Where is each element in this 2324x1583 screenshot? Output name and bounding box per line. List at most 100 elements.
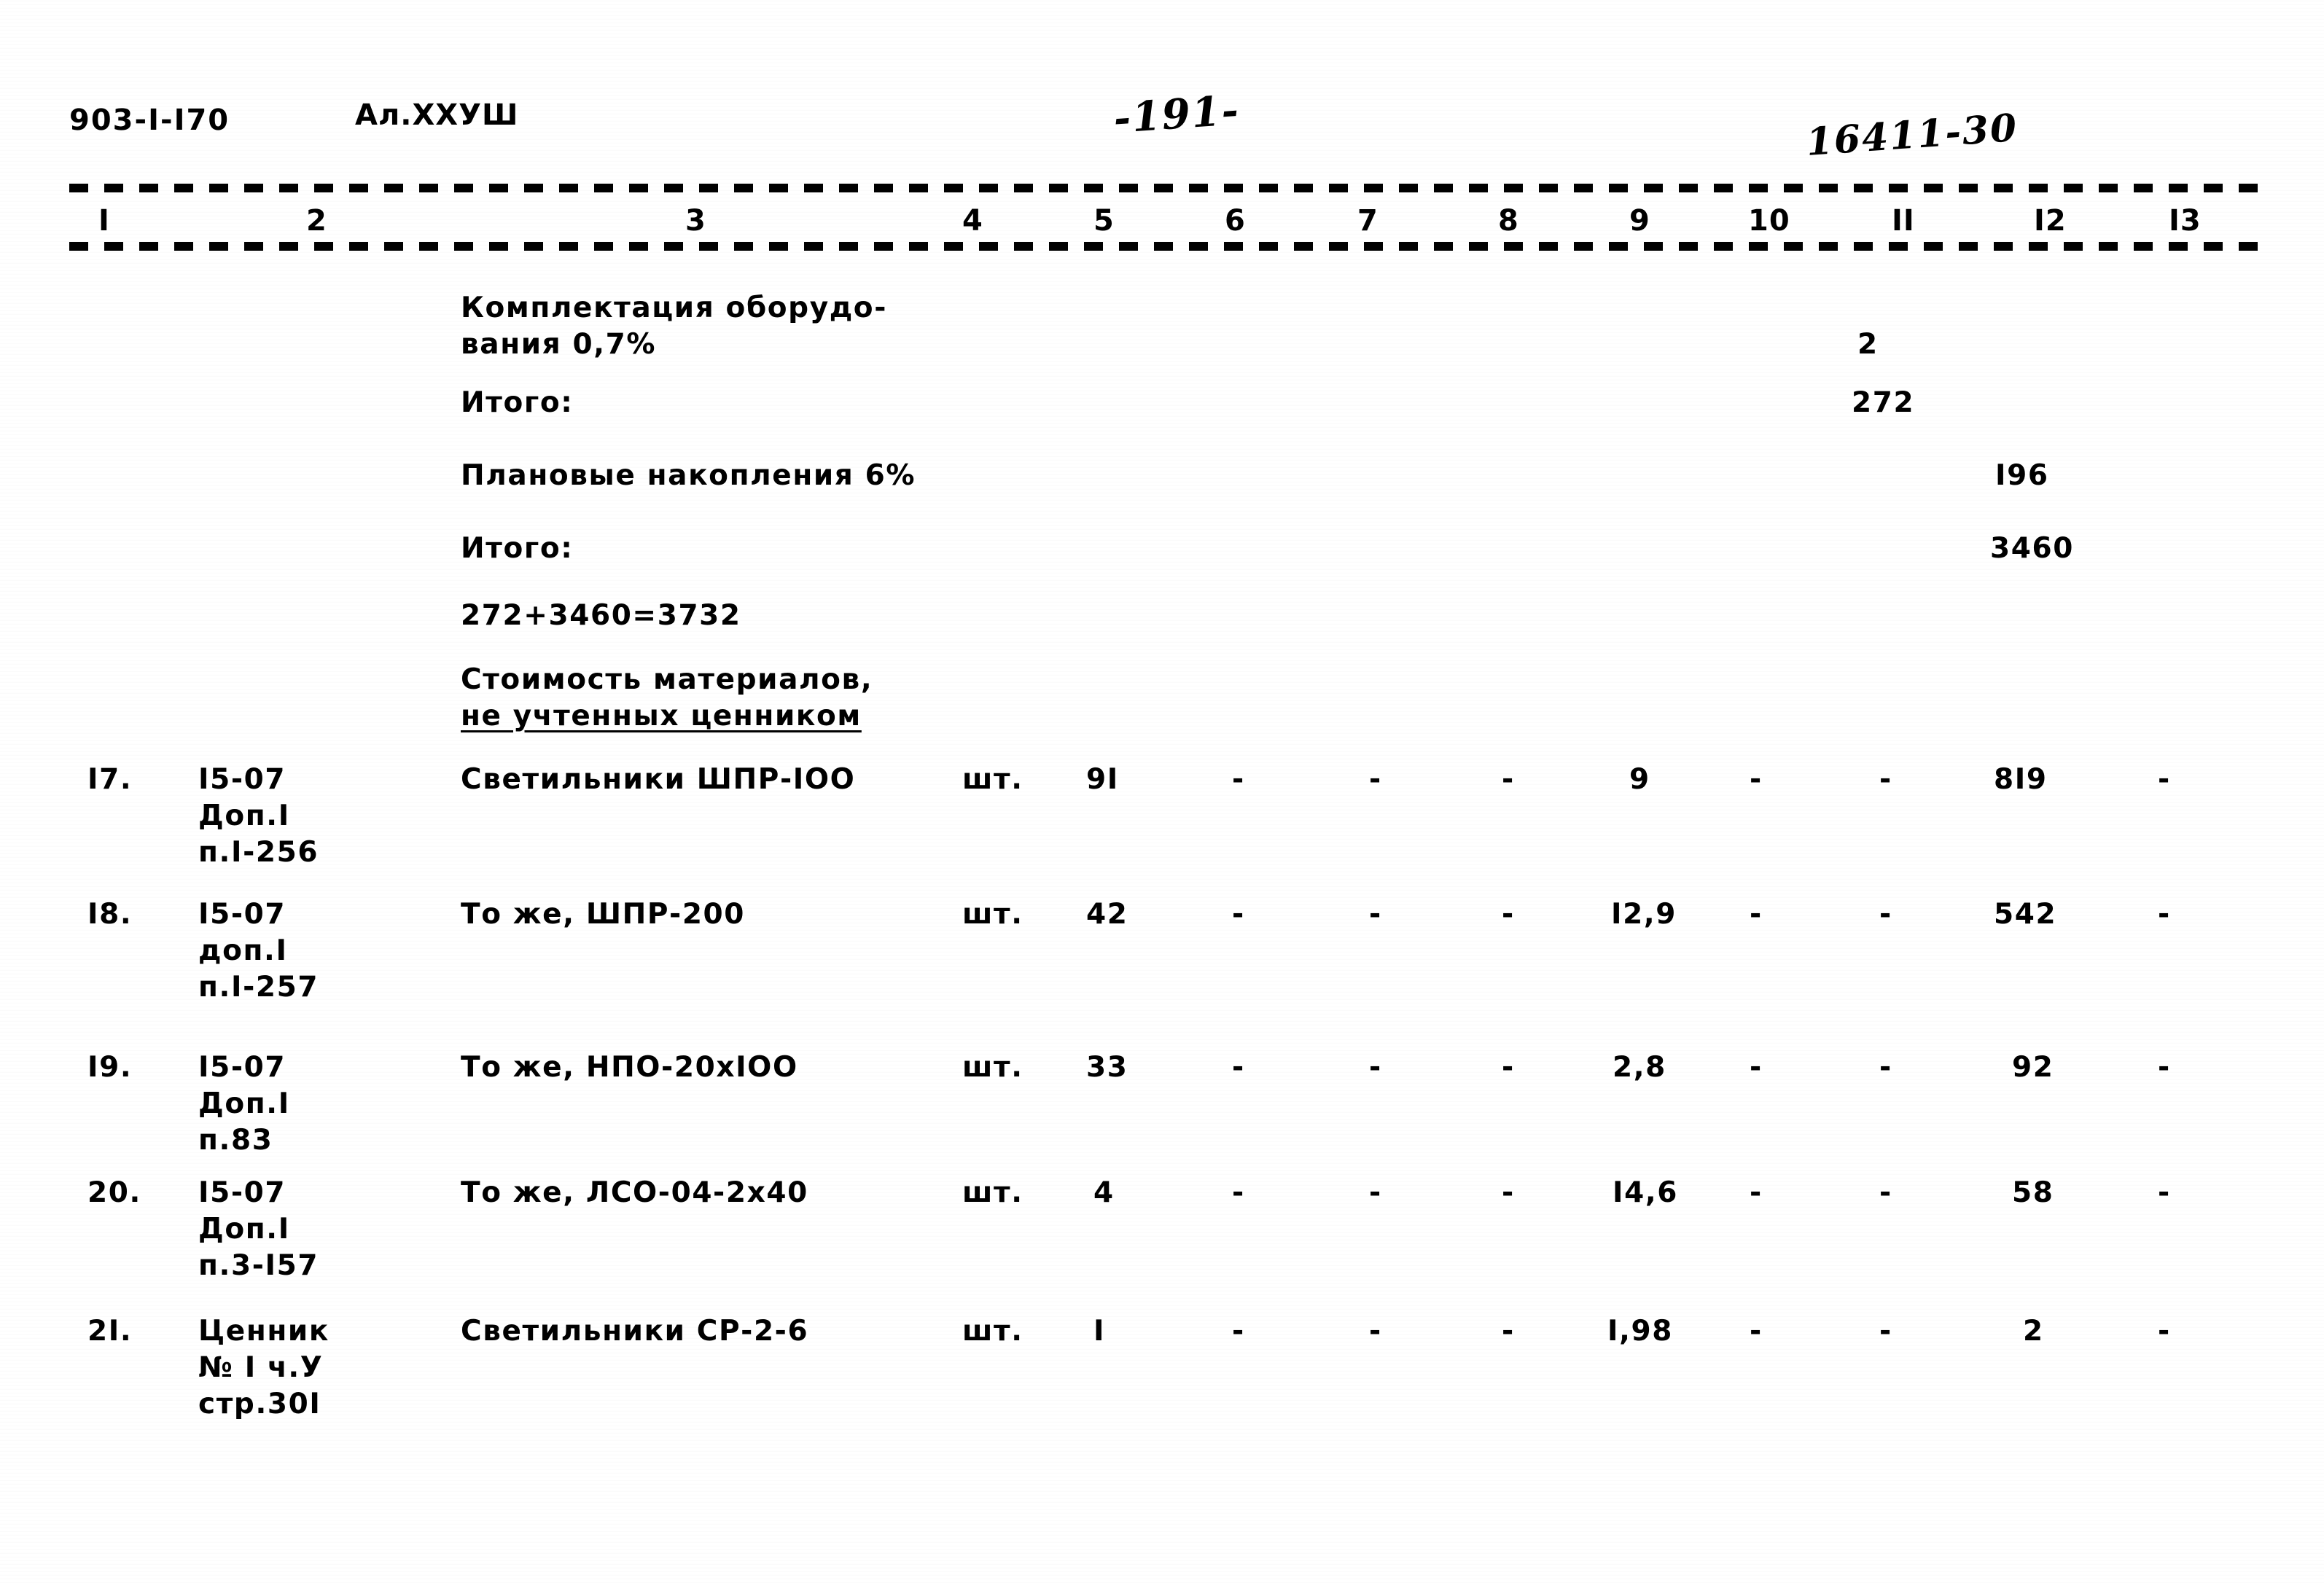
table-row-col10: - — [1750, 1176, 1763, 1209]
table-row-qty: 9I — [1086, 763, 1119, 796]
column-number-9: 9 — [1629, 204, 1650, 238]
handwritten-stamp: 16411-30 — [1804, 105, 2020, 165]
table-row-col7: - — [1369, 898, 1382, 931]
table-row-col12: 8I9 — [1994, 763, 2048, 796]
table-row-col7: - — [1369, 1315, 1382, 1348]
table-row-col7: - — [1369, 763, 1382, 796]
table-row-col8: - — [1502, 1315, 1515, 1348]
table-row-col9: I4,6 — [1613, 1176, 1678, 1209]
summary-row-description: Итого: — [461, 532, 574, 565]
column-number-6: 6 — [1225, 204, 1246, 238]
table-row-reference-line1: Ценник — [198, 1315, 330, 1348]
table-bottom-dashed-rule — [69, 242, 2263, 251]
table-row-col12: 58 — [2012, 1176, 2054, 1209]
column-number-2: 2 — [306, 204, 327, 238]
table-row-reference-line2: № I ч.У — [198, 1351, 324, 1384]
table-row-qty: I — [1093, 1315, 1106, 1348]
table-row-unit: шт. — [962, 763, 1023, 796]
table-row-col8: - — [1502, 898, 1515, 931]
table-row-col12: 2 — [2023, 1315, 2044, 1348]
table-row-col11: - — [1879, 898, 1892, 931]
column-number-3: 3 — [685, 204, 706, 238]
document-code: 903-I-I70 — [69, 103, 230, 137]
column-number-1: I — [98, 204, 110, 238]
table-row-col9: I,98 — [1607, 1315, 1673, 1348]
table-row-col6: - — [1232, 1176, 1245, 1209]
table-row-unit: шт. — [962, 1176, 1023, 1209]
table-row-reference-line2: доп.I — [198, 934, 288, 967]
table-row-name: Светильники ШПР-IОО — [461, 763, 856, 796]
table-row-col11: - — [1879, 1176, 1892, 1209]
summary-row-value-col12: 3460 — [1990, 532, 2074, 565]
section-heading-line2: не учтенных ценником — [461, 700, 862, 732]
table-row-reference-line2: Доп.I — [198, 1213, 290, 1246]
summary-row-value-col11: 272 — [1852, 386, 1915, 419]
table-row-unit: шт. — [962, 898, 1023, 931]
table-row-reference-line2: Доп.I — [198, 800, 290, 832]
table-row-unit: шт. — [962, 1051, 1023, 1084]
table-row-number: I9. — [87, 1051, 133, 1084]
summary-row-description: Плановые накопления 6% — [461, 459, 916, 492]
table-row-col7: - — [1369, 1176, 1382, 1209]
table-row-col10: - — [1750, 1315, 1763, 1348]
table-row-reference-line3: п.83 — [198, 1124, 273, 1157]
table-row-reference-line1: I5-07 — [198, 898, 286, 931]
album-label: Ал.XXУШ — [355, 98, 519, 132]
column-number-8: 8 — [1498, 204, 1519, 238]
table-row-col7: - — [1369, 1051, 1382, 1084]
table-row-col11: - — [1879, 1315, 1892, 1348]
table-row-number: I8. — [87, 898, 133, 931]
column-number-10: 10 — [1748, 204, 1790, 238]
table-row-col13: - — [2158, 763, 2171, 796]
table-row-col8: - — [1502, 1176, 1515, 1209]
column-number-12: I2 — [2034, 204, 2067, 238]
table-row-number: 20. — [87, 1176, 141, 1209]
table-top-dashed-rule — [69, 184, 2263, 192]
table-row-name: То же, НПО-20хIОО — [461, 1051, 798, 1084]
table-row-reference-line1: I5-07 — [198, 763, 286, 796]
table-row-number: 2I. — [87, 1315, 133, 1348]
summary-row-description: Комплектация оборудо- — [461, 292, 887, 324]
table-row-col13: - — [2158, 1176, 2171, 1209]
table-row-col9: 2,8 — [1613, 1051, 1666, 1084]
table-row-col10: - — [1750, 763, 1763, 796]
table-row-col9: I2,9 — [1611, 898, 1677, 931]
table-row-col12: 542 — [1994, 898, 2057, 931]
table-row-col8: - — [1502, 763, 1515, 796]
table-row-col11: - — [1879, 763, 1892, 796]
table-row-unit: шт. — [962, 1315, 1023, 1348]
document-page: 903-I-I70 Ал.XXУШ -191- 16411-30 I 2 3 4… — [0, 0, 2324, 1583]
summary-row-description: Итого: — [461, 386, 574, 419]
table-row-col9: 9 — [1629, 763, 1650, 796]
table-row-reference-line2: Доп.I — [198, 1087, 290, 1120]
table-row-col6: - — [1232, 1051, 1245, 1084]
table-row-name: То же, ШПР-200 — [461, 898, 746, 931]
column-number-4: 4 — [962, 204, 983, 238]
table-row-col10: - — [1750, 898, 1763, 931]
table-row-reference-line3: п.I-257 — [198, 971, 319, 1004]
table-row-col12: 92 — [2012, 1051, 2054, 1084]
table-row-reference-line3: п.3-I57 — [198, 1249, 319, 1282]
table-row-qty: 33 — [1086, 1051, 1128, 1084]
table-row-reference-line1: I5-07 — [198, 1176, 286, 1209]
table-row-number: I7. — [87, 763, 133, 796]
column-number-13: I3 — [2169, 204, 2202, 238]
table-row-col13: - — [2158, 898, 2171, 931]
table-row-name: Светильники СР-2-6 — [461, 1315, 809, 1348]
column-number-11: II — [1892, 204, 1915, 238]
table-row-reference-line3: стр.30I — [198, 1388, 321, 1420]
summary-row-value-col12: I96 — [1995, 459, 2049, 492]
table-row-col13: - — [2158, 1315, 2171, 1348]
table-row-col6: - — [1232, 898, 1245, 931]
summary-row-value-col11: 2 — [1857, 328, 1879, 361]
table-row-name: То же, ЛСО-04-2х40 — [461, 1176, 808, 1209]
section-heading-line1: Стоимость материалов, — [461, 663, 873, 696]
table-row-reference-line3: п.I-256 — [198, 836, 319, 869]
table-row-reference-line1: I5-07 — [198, 1051, 286, 1084]
table-row-qty: 42 — [1086, 898, 1128, 931]
table-row-qty: 4 — [1093, 1176, 1115, 1209]
scan-grain-overlay — [0, 0, 2324, 1583]
table-row-col10: - — [1750, 1051, 1763, 1084]
table-row-col6: - — [1232, 1315, 1245, 1348]
table-row-col8: - — [1502, 1051, 1515, 1084]
